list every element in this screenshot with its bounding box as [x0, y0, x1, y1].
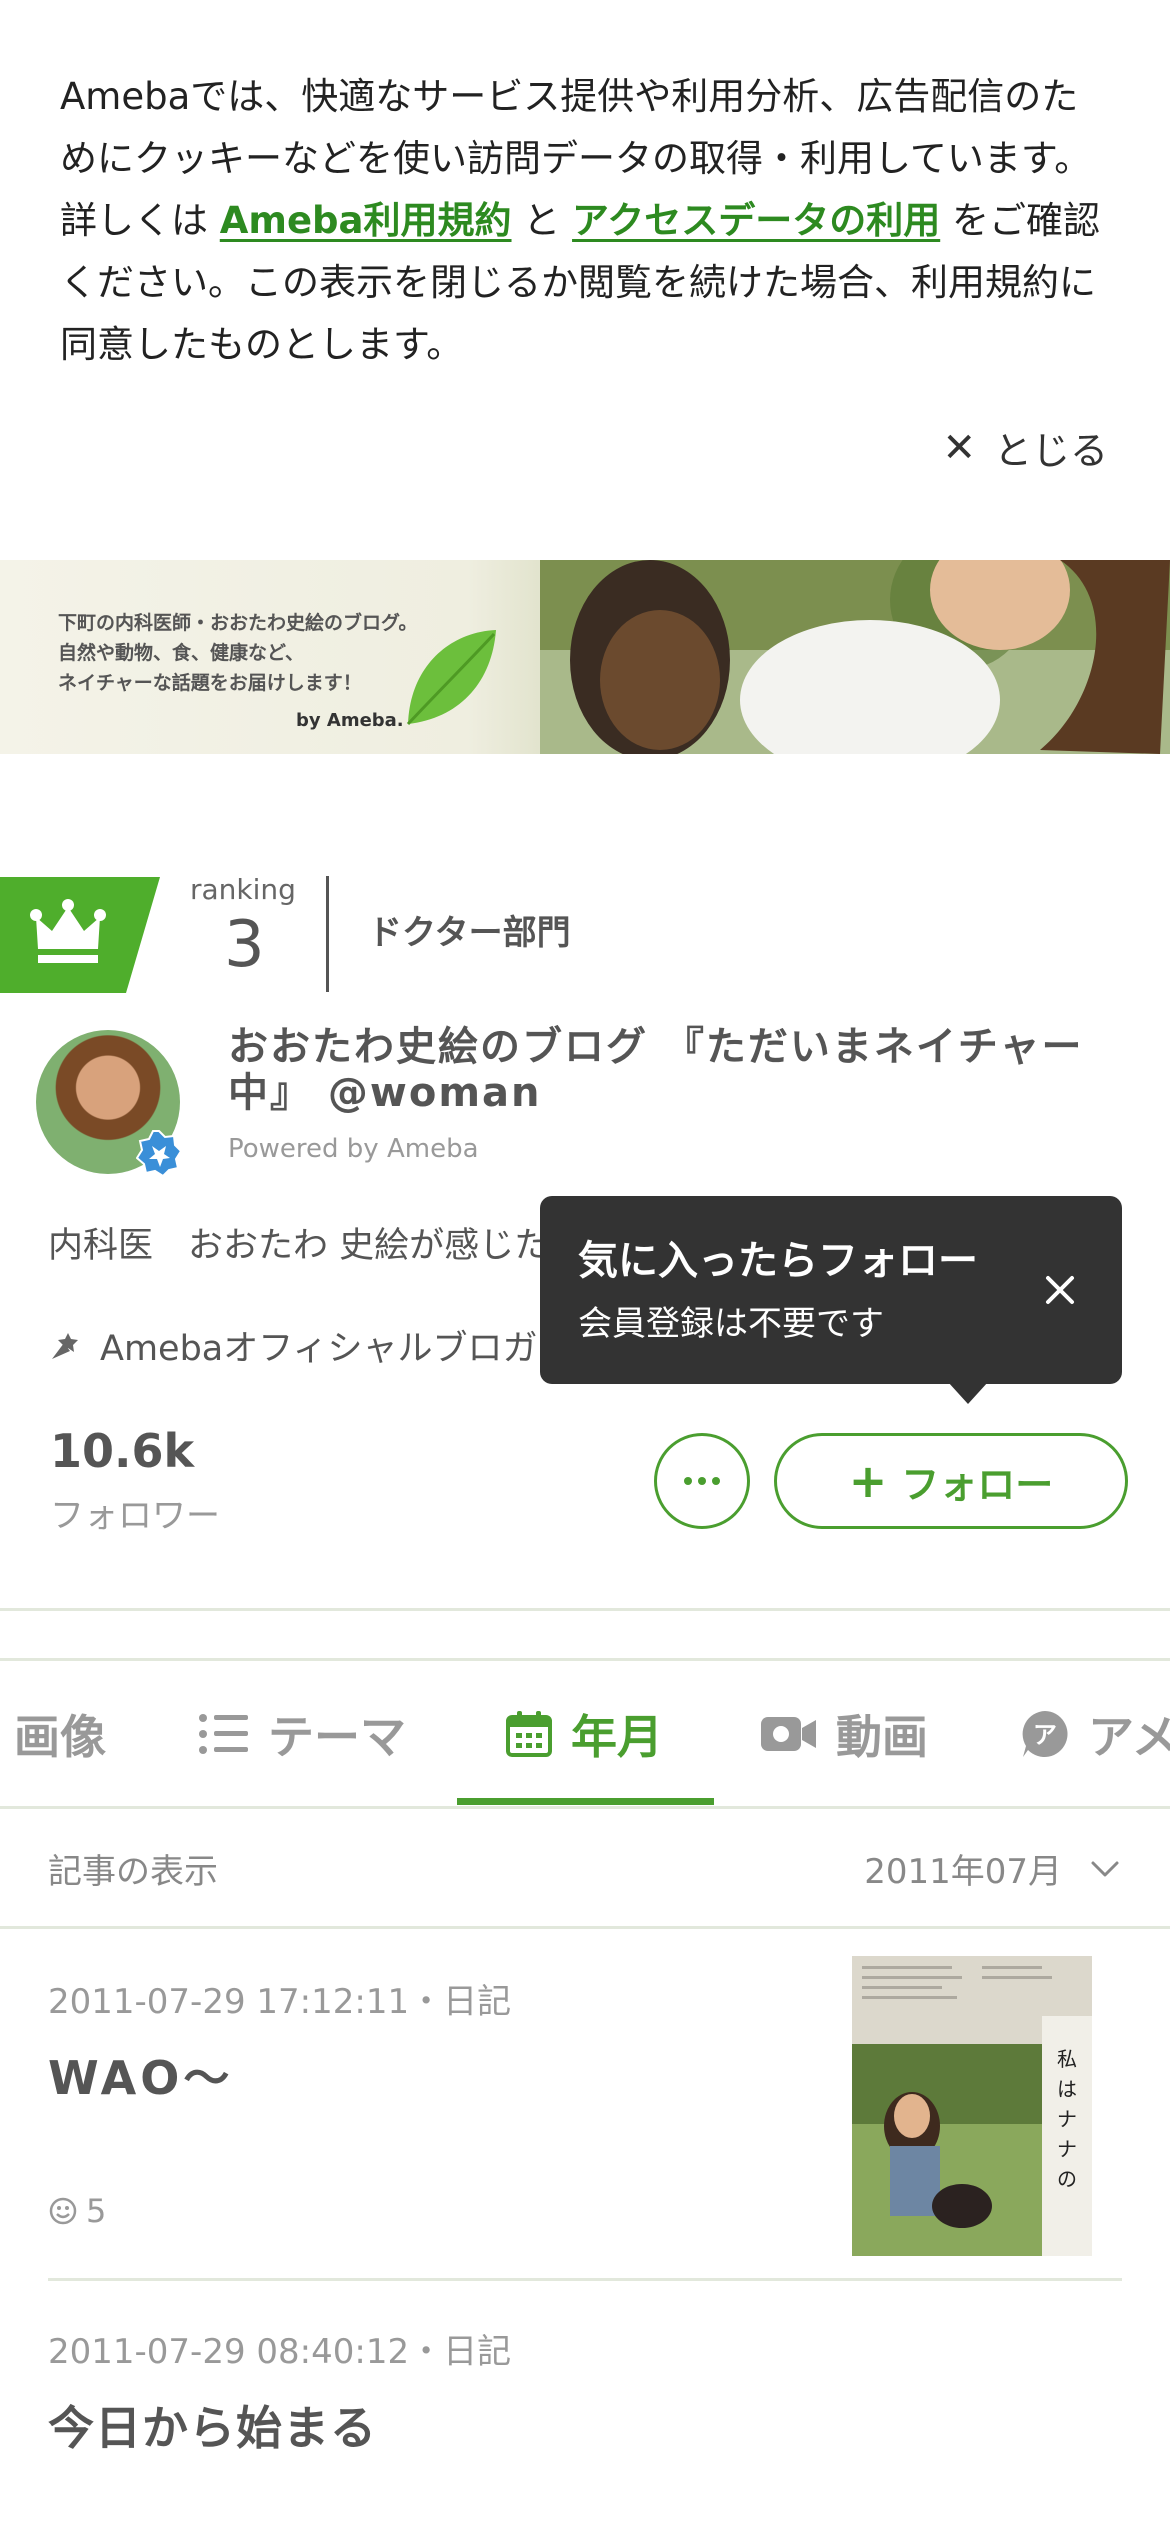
divider [48, 2278, 1122, 2281]
follow-button-label: フォロー [901, 1462, 1054, 1507]
divider [0, 1658, 1170, 1661]
cookie-text-part: と [511, 199, 573, 242]
tab-themes[interactable]: テーマ [198, 1662, 406, 1806]
tab-label: テーマ [268, 1710, 406, 1764]
article-title[interactable]: WAO〜 [48, 2042, 233, 2108]
tab-images[interactable]: 画像 [14, 1662, 106, 1806]
plus-icon: + [848, 1454, 888, 1508]
dot [698, 1477, 706, 1485]
banner-tagline: 下町の内科医師・おおたわ史絵のブログ。 自然や動物、食、健康など、 ネイチャーな… [58, 608, 417, 698]
terms-link[interactable]: Ameba利用規約 [220, 199, 512, 242]
ameba-icon: ア [1022, 1711, 1068, 1757]
cookie-notice: Amebaでは、快適なサービス提供や利用分析、広告配信のためにクッキーなどを使い… [0, 0, 1170, 560]
filter-label: 記事の表示 [48, 1852, 218, 1892]
follow-tooltip: 気に入ったらフォロー 会員登録は不要です [540, 1196, 1122, 1404]
article-title[interactable]: 今日から始まる [48, 2392, 377, 2458]
ranking-divider [326, 876, 329, 992]
article-thumbnail[interactable]: 私 は ナ ナ の [852, 1956, 1092, 2256]
svg-text:私: 私 [1057, 2047, 1077, 2071]
ranking-number: 3 [224, 908, 265, 982]
month-select[interactable]: 2011年07月 [864, 1844, 1120, 1893]
month-select-value: 2011年07月 [864, 1852, 1062, 1892]
ranking-category[interactable]: ドクター部門 [368, 905, 571, 954]
cookie-notice-text: Amebaでは、快適なサービス提供や利用分析、広告配信のためにクッキーなどを使い… [60, 66, 1110, 376]
access-data-link[interactable]: アクセスデータの利用 [572, 199, 940, 242]
follow-button[interactable]: + フォロー [774, 1433, 1128, 1529]
tab-label: アメ [1088, 1710, 1170, 1764]
list-icon [199, 1714, 248, 1754]
profile-bio: 内科医 おおたわ 史絵が感じた [48, 1226, 550, 1266]
blog-title[interactable]: おおたわ史絵のブログ 『ただいまネイチャー中』 @woman [228, 1024, 1128, 1116]
calendar-icon [506, 1711, 552, 1757]
follower-label: フォロワー [50, 1496, 220, 1536]
banner-tagline-line: 自然や動物、食、健康など、 [58, 642, 305, 664]
official-blogger-text: Amebaオフィシャルブロガー [100, 1329, 573, 1369]
blog-header-banner[interactable]: 下町の内科医師・おおたわ史絵のブログ。 自然や動物、食、健康など、 ネイチャーな… [0, 560, 1170, 754]
content-tabs: 画像 テーマ 年月 動画 ア アメ [0, 1662, 1170, 1806]
ranking-label: ranking [190, 873, 296, 906]
article-meta: 2011-07-29 17:12:11・日記 [48, 1982, 512, 2022]
close-icon: ✕ [942, 424, 976, 471]
cookie-close-button[interactable]: ✕ とじる [942, 420, 1108, 475]
close-icon[interactable] [1038, 1268, 1082, 1312]
divider [0, 1806, 1170, 1809]
video-icon [761, 1717, 816, 1751]
banner-tagline-line: 下町の内科医師・おおたわ史絵のブログ。 [58, 612, 418, 634]
tab-archive-month[interactable]: 年月 [505, 1662, 663, 1806]
powered-by-label: Powered by Ameba [228, 1134, 479, 1164]
svg-text:は: は [1057, 2077, 1077, 2101]
ranking-crown-badge [0, 877, 160, 993]
active-tab-indicator [457, 1798, 714, 1805]
smile-icon [49, 2197, 77, 2225]
article-meta: 2011-07-29 08:40:12・日記 [48, 2332, 512, 2372]
divider [0, 1926, 1170, 1929]
more-options-button[interactable] [654, 1433, 750, 1529]
tab-label: 動画 [836, 1710, 928, 1764]
cookie-close-label: とじる [993, 429, 1108, 473]
article-like-count: 5 [86, 2192, 107, 2230]
banner-by-ameba: by Ameba. [296, 710, 404, 731]
svg-text:ナ: ナ [1057, 2107, 1077, 2131]
tab-label: 画像 [14, 1710, 106, 1764]
svg-text:の: の [1057, 2167, 1077, 2191]
article-likes: 5 [48, 2192, 106, 2230]
svg-text:ア: ア [1033, 1721, 1057, 1749]
follower-count[interactable]: 10.6k [50, 1424, 194, 1478]
official-badge-icon [136, 1130, 182, 1176]
dot [712, 1477, 720, 1485]
tab-label: 年月 [571, 1710, 663, 1764]
leaf-icon [406, 630, 496, 726]
tooltip-subtitle: 会員登録は不要です [578, 1304, 884, 1344]
chevron-down-icon [1091, 1861, 1119, 1876]
banner-photo [540, 560, 1170, 754]
tab-videos[interactable]: 動画 [760, 1662, 928, 1806]
dot [684, 1477, 692, 1485]
svg-text:ナ: ナ [1057, 2137, 1077, 2161]
official-blogger-icon [52, 1332, 78, 1359]
banner-tagline-line: ネイチャーな話題をお届けします！ [58, 672, 362, 694]
divider [0, 1608, 1170, 1611]
tooltip-title: 気に入ったらフォロー [578, 1238, 978, 1284]
tab-ameba-news[interactable]: ア アメ [1020, 1662, 1170, 1806]
official-blogger-label: Amebaオフィシャルブロガー [48, 1320, 573, 1371]
